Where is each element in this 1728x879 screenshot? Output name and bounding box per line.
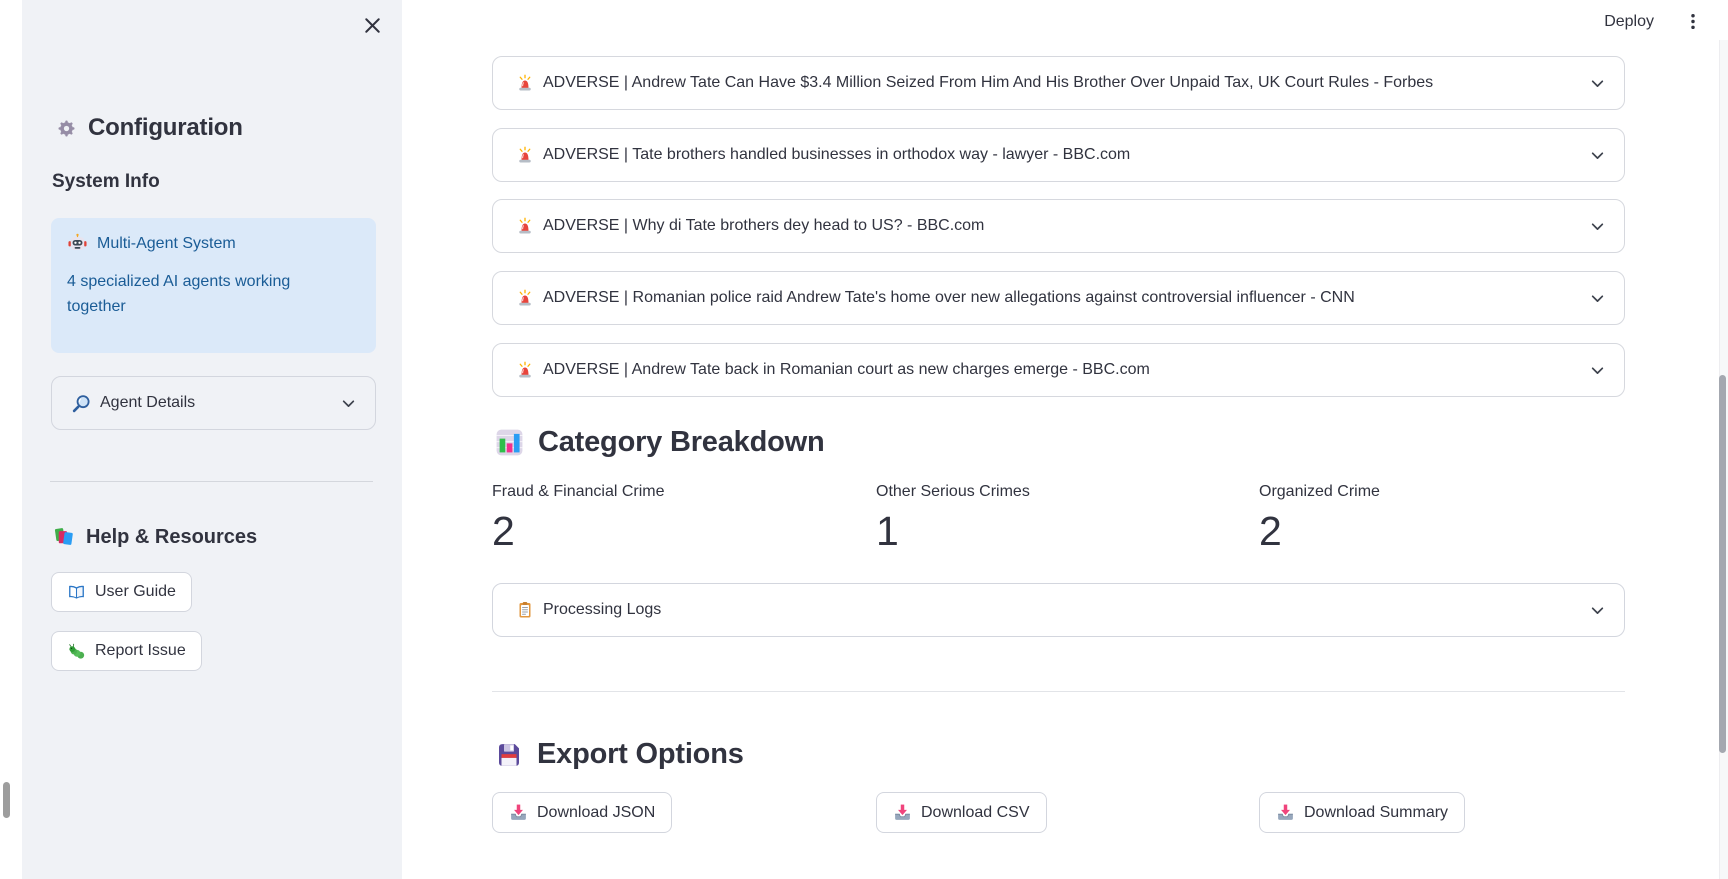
bar-chart-icon bbox=[494, 427, 525, 458]
books-icon bbox=[53, 526, 76, 549]
category-breakdown-title: Category Breakdown bbox=[538, 426, 824, 459]
article-title: ADVERSE | Andrew Tate back in Romanian c… bbox=[543, 361, 1150, 379]
sidebar: Configuration System Info Multi-Agent Sy… bbox=[22, 0, 402, 879]
inbox-download-icon bbox=[509, 803, 528, 822]
app-window: Configuration System Info Multi-Agent Sy… bbox=[0, 0, 1728, 879]
metric-value: 2 bbox=[1259, 508, 1619, 554]
article-expander-1[interactable]: ADVERSE | Andrew Tate Can Have $3.4 Mill… bbox=[492, 56, 1625, 110]
metric-label: Fraud & Financial Crime bbox=[492, 483, 852, 501]
siren-icon bbox=[516, 146, 534, 164]
chevron-down-icon bbox=[1587, 600, 1608, 621]
header-actions: Deploy bbox=[1602, 8, 1706, 36]
chevron-down-icon bbox=[338, 393, 359, 414]
category-breakdown-heading: Category Breakdown bbox=[494, 426, 824, 459]
help-resources-text: Help & Resources bbox=[86, 526, 257, 549]
info-box-title: Multi-Agent System bbox=[97, 235, 236, 253]
article-title: ADVERSE | Tate brothers handled business… bbox=[543, 146, 1130, 164]
kebab-menu-icon bbox=[1682, 10, 1704, 34]
inbox-download-icon bbox=[1276, 803, 1295, 822]
chevron-down-icon bbox=[1587, 216, 1608, 237]
metric-value: 1 bbox=[876, 508, 1236, 554]
content-divider bbox=[492, 691, 1625, 692]
vertical-scrollbar-thumb[interactable] bbox=[1719, 375, 1726, 753]
sidebar-divider bbox=[50, 481, 373, 482]
chevron-down-icon bbox=[1587, 145, 1608, 166]
chevron-down-icon bbox=[1587, 73, 1608, 94]
bug-icon bbox=[67, 642, 86, 661]
metric-other-serious-crimes: Other Serious Crimes 1 bbox=[876, 483, 1236, 554]
sidebar-close-button[interactable] bbox=[358, 11, 386, 39]
sidebar-title: Configuration bbox=[54, 114, 243, 142]
siren-icon bbox=[516, 361, 534, 379]
report-issue-button[interactable]: Report Issue bbox=[51, 631, 202, 671]
system-info-heading: System Info bbox=[52, 171, 160, 193]
download-summary-button[interactable]: Download Summary bbox=[1259, 792, 1465, 833]
download-summary-label: Download Summary bbox=[1304, 804, 1448, 822]
export-options-title: Export Options bbox=[537, 738, 744, 771]
magnifier-icon bbox=[72, 394, 91, 413]
open-book-icon bbox=[67, 583, 86, 602]
gear-icon bbox=[54, 116, 79, 141]
user-guide-button[interactable]: User Guide bbox=[51, 572, 192, 612]
metric-organized-crime: Organized Crime 2 bbox=[1259, 483, 1619, 554]
download-csv-button[interactable]: Download CSV bbox=[876, 792, 1047, 833]
agent-details-expander[interactable]: Agent Details bbox=[51, 376, 376, 430]
download-csv-label: Download CSV bbox=[921, 804, 1030, 822]
chevron-down-icon bbox=[1587, 288, 1608, 309]
article-expander-3[interactable]: ADVERSE | Why di Tate brothers dey head … bbox=[492, 199, 1625, 253]
close-icon bbox=[361, 14, 384, 37]
system-info-box: Multi-Agent System 4 specialized AI agen… bbox=[51, 218, 376, 353]
siren-icon bbox=[516, 74, 534, 92]
processing-logs-label: Processing Logs bbox=[543, 601, 661, 619]
siren-icon bbox=[516, 217, 534, 235]
export-options-heading: Export Options bbox=[494, 738, 744, 771]
metric-label: Organized Crime bbox=[1259, 483, 1619, 501]
deploy-button[interactable]: Deploy bbox=[1602, 9, 1656, 35]
clipboard-icon bbox=[516, 601, 534, 619]
metric-value: 2 bbox=[492, 508, 852, 554]
article-title: ADVERSE | Romanian police raid Andrew Ta… bbox=[543, 289, 1355, 307]
help-resources-heading: Help & Resources bbox=[53, 526, 257, 549]
info-box-description: 4 specialized AI agents working together bbox=[67, 269, 347, 319]
metric-label: Other Serious Crimes bbox=[876, 483, 1236, 501]
metric-fraud-financial-crime: Fraud & Financial Crime 2 bbox=[492, 483, 852, 554]
sidebar-title-text: Configuration bbox=[88, 114, 243, 142]
article-expander-5[interactable]: ADVERSE | Andrew Tate back in Romanian c… bbox=[492, 343, 1625, 397]
floppy-disk-icon bbox=[494, 740, 524, 770]
agent-details-label: Agent Details bbox=[100, 394, 195, 412]
article-title: ADVERSE | Andrew Tate Can Have $3.4 Mill… bbox=[543, 74, 1433, 92]
download-json-button[interactable]: Download JSON bbox=[492, 792, 672, 833]
report-issue-label: Report Issue bbox=[95, 642, 186, 660]
robot-icon bbox=[67, 233, 88, 254]
article-expander-4[interactable]: ADVERSE | Romanian police raid Andrew Ta… bbox=[492, 271, 1625, 325]
siren-icon bbox=[516, 289, 534, 307]
user-guide-label: User Guide bbox=[95, 583, 176, 601]
article-expander-2[interactable]: ADVERSE | Tate brothers handled business… bbox=[492, 128, 1625, 182]
processing-logs-expander[interactable]: Processing Logs bbox=[492, 583, 1625, 637]
inbox-download-icon bbox=[893, 803, 912, 822]
left-scrollbar-handle[interactable] bbox=[3, 782, 10, 818]
main-menu-button[interactable] bbox=[1680, 8, 1706, 36]
article-title: ADVERSE | Why di Tate brothers dey head … bbox=[543, 217, 984, 235]
download-json-label: Download JSON bbox=[537, 804, 655, 822]
chevron-down-icon bbox=[1587, 360, 1608, 381]
